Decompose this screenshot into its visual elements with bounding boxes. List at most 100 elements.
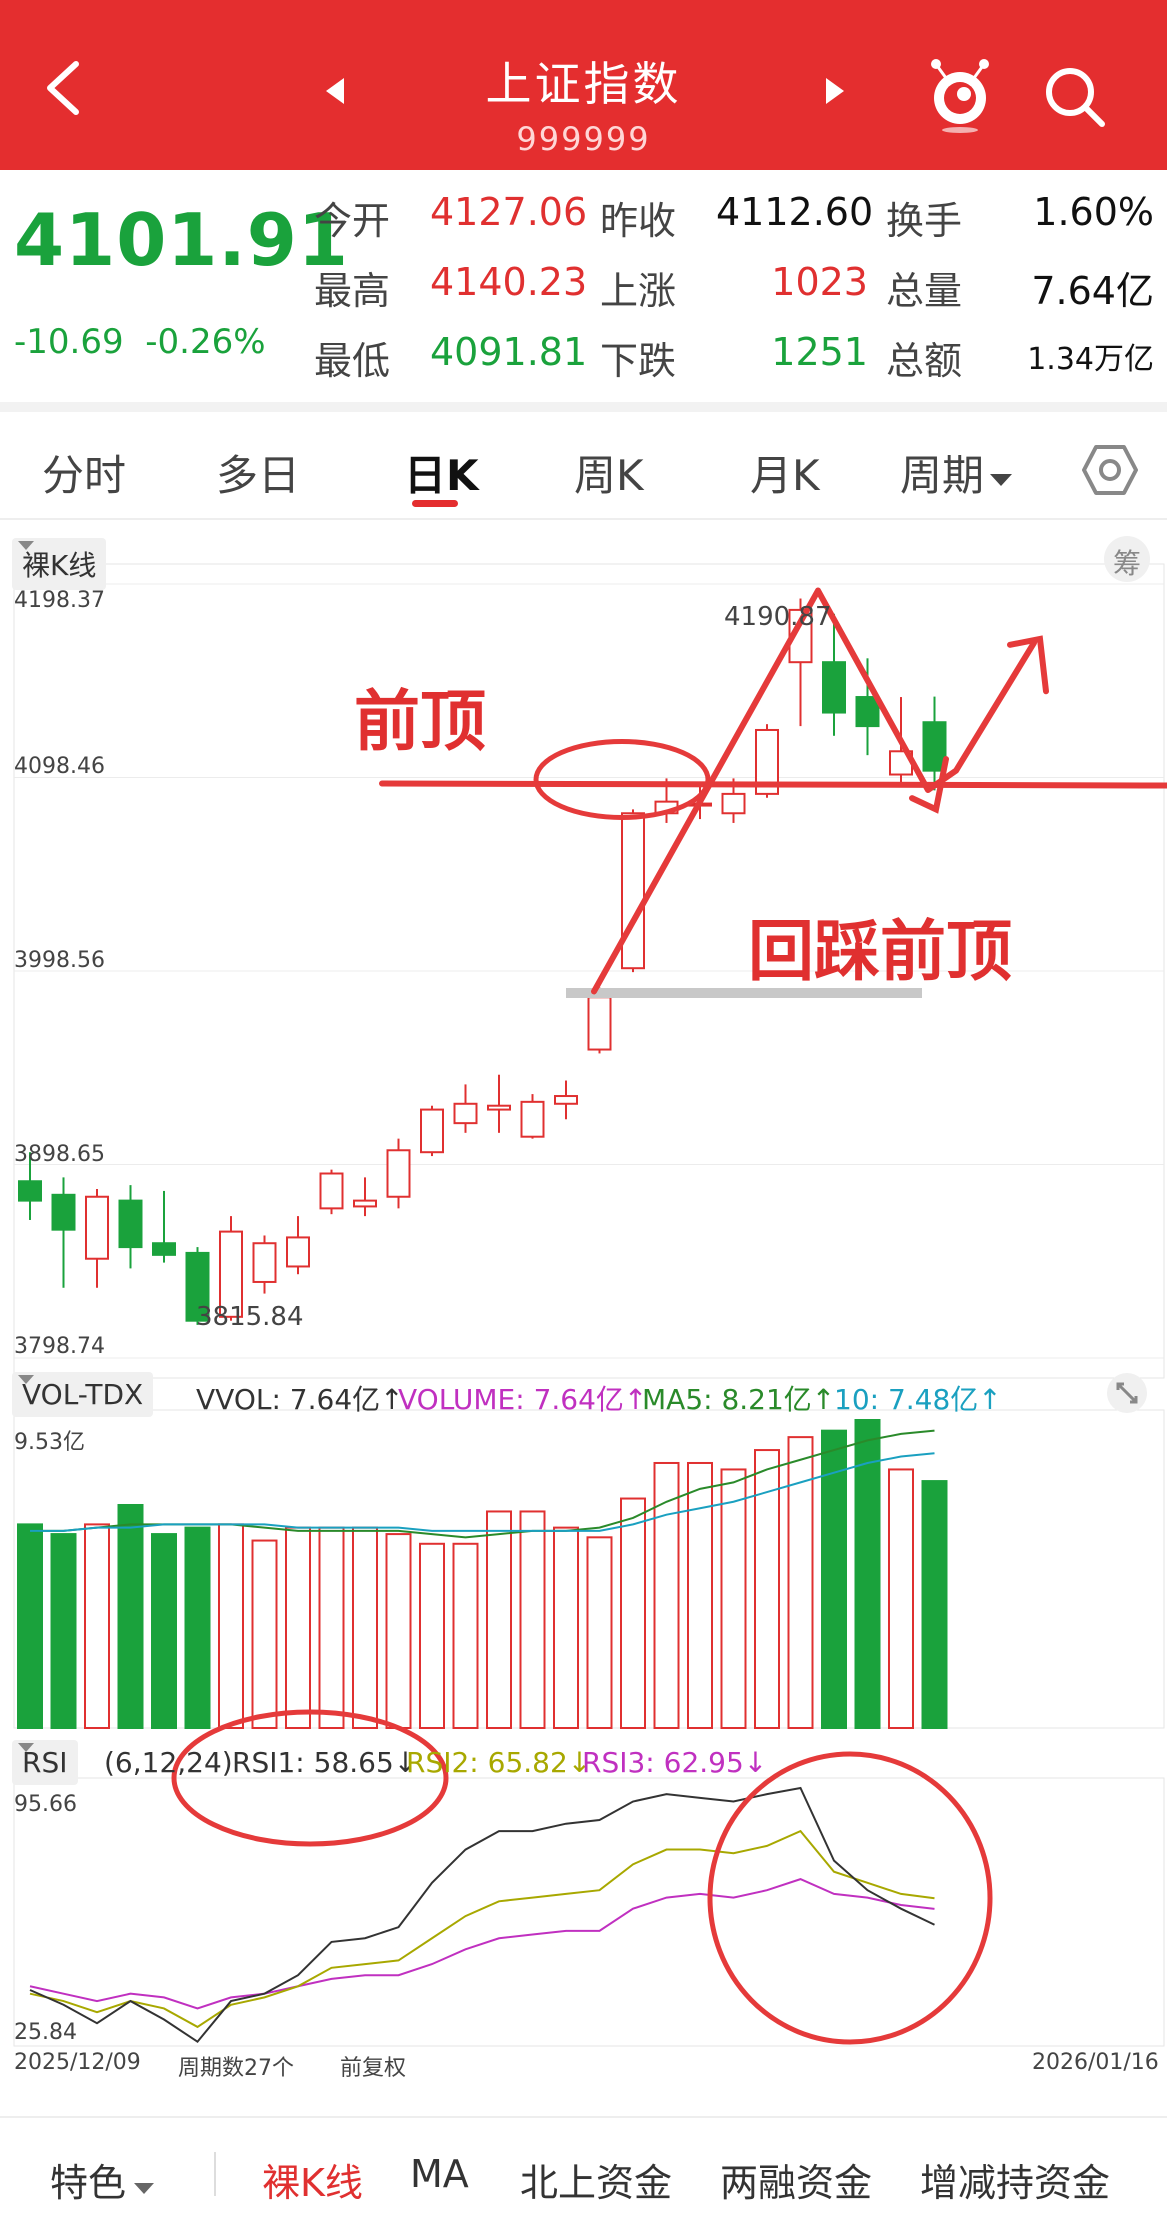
ma5-legend: MA5: 8.21亿↑ [642, 1383, 836, 1416]
volume-indicator-selector[interactable]: VOL-TDX [12, 1372, 154, 1417]
current-price: 4101.91 [14, 198, 349, 282]
candle-body [554, 1095, 578, 1105]
rsi2-legend: RSI2: 65.82↓ [406, 1746, 592, 1779]
tab-period-dropdown[interactable]: 周期 [900, 442, 1014, 503]
caret-down-icon [18, 541, 34, 550]
volume-bar [385, 1533, 412, 1730]
rsi-axis-bottom-label: 25.84 [14, 2020, 77, 2045]
candle-body [721, 792, 746, 815]
expand-icon[interactable] [1106, 1372, 1148, 1414]
change-value: -10.69 [14, 322, 124, 362]
volume-bar [452, 1542, 479, 1729]
bottom-tab-margin[interactable]: 两融资金 [720, 2152, 872, 2207]
caret-down-icon [18, 1743, 34, 1752]
open-value: 4127.06 [430, 190, 588, 234]
price-axis-label-2: 4098.46 [14, 754, 105, 779]
volume-axis-max-label: 9.53亿 [14, 1430, 85, 1455]
volume-bar [486, 1510, 512, 1730]
kline-indicator-selector[interactable]: 裸K线 [12, 538, 107, 590]
prev-close-value: 4112.60 [716, 190, 874, 234]
volume-legend: VOLUME: 7.64亿↑ [398, 1383, 648, 1416]
candle-body [319, 1172, 344, 1210]
date-axis-start: 2025/12/09 [14, 2050, 141, 2075]
price-axis-label-3: 3998.56 [14, 948, 105, 973]
chart-area[interactable]: 裸K线 筹 4198.37 4098.46 3998.56 3898.65 37… [0, 520, 1167, 2081]
caret-down-icon [990, 474, 1013, 486]
vvol-legend: VVOL: 7.64亿↑ [196, 1383, 404, 1416]
annotation-previous-top: 前顶 [354, 683, 486, 760]
candle-body [822, 661, 846, 714]
active-tab-indicator [412, 500, 458, 507]
open-label: 今开 [314, 199, 391, 243]
period-label: 周期 [900, 451, 985, 500]
tab-intraday[interactable]: 分时 [42, 442, 126, 503]
settings-hexagon-icon[interactable] [1082, 442, 1138, 498]
volume-bar [184, 1526, 211, 1730]
tab-multi-day[interactable]: 多日 [216, 442, 300, 503]
rsi-axis-top-label: 95.66 [14, 1792, 77, 1817]
volume-tag-label: VOL-TDX [22, 1378, 144, 1411]
volume-bar [17, 1523, 43, 1729]
features-label: 特色 [50, 2161, 127, 2205]
bottom-tab-holdings-change[interactable]: 增减持资金 [920, 2152, 1110, 2207]
volume-bar [586, 1536, 613, 1729]
tab-weekly-k[interactable]: 周K [574, 442, 644, 503]
candle-body [152, 1242, 176, 1256]
volume-bar [84, 1523, 110, 1729]
advances-label: 上涨 [600, 269, 677, 313]
rsi-divergence-circle [707, 1751, 993, 2045]
change-percent: -0.26% [145, 322, 266, 362]
kline-tag-label: 裸K线 [22, 549, 97, 582]
bottom-tab-naked-k[interactable]: 裸K线 [262, 2152, 363, 2207]
price-axis-label-4: 3898.65 [14, 1142, 105, 1167]
candle-body [520, 1100, 545, 1138]
bottom-tab-features[interactable]: 特色 [50, 2152, 156, 2207]
prev-close-label: 昨收 [600, 199, 677, 243]
declines-label: 下跌 [600, 339, 677, 383]
rsi1-line [29, 1786, 935, 2044]
bottom-tab-ma[interactable]: MA [410, 2152, 469, 2196]
rsi-indicator-selector[interactable]: RSI [12, 1740, 78, 1785]
low-value: 4091.81 [430, 330, 588, 374]
top-header: 上证指数 999999 [0, 0, 1167, 170]
low-label: 最低 [314, 339, 391, 383]
rsi3-line [29, 1878, 935, 2010]
total-amount-label: 总额 [886, 339, 963, 383]
high-value: 4140.23 [430, 260, 588, 304]
adjust-mode-label: 前复权 [340, 2056, 407, 2081]
next-stock-icon[interactable] [822, 74, 848, 108]
candle-body [286, 1236, 310, 1268]
chip-distribution-button[interactable]: 筹 [1104, 536, 1150, 582]
candle-body [353, 1199, 377, 1208]
volume-bar [285, 1526, 311, 1730]
bottom-tab-northbound[interactable]: 北上资金 [520, 2152, 672, 2207]
volume-bar [888, 1468, 914, 1729]
tab-monthly-k[interactable]: 月K [750, 442, 820, 503]
candle-body [85, 1195, 109, 1260]
assistant-robot-icon[interactable] [922, 54, 998, 134]
total-amount-value: 1.34万亿 [1027, 342, 1154, 377]
caret-down-icon [134, 2183, 155, 2194]
candle-body [453, 1102, 478, 1125]
turnover-label: 换手 [886, 199, 963, 243]
volume-bar [687, 1461, 713, 1729]
search-icon[interactable] [1040, 62, 1110, 132]
candle-body [621, 812, 645, 970]
turnover-value: 1.60% [1033, 190, 1154, 234]
volume-bar [519, 1510, 546, 1730]
candle-body [51, 1193, 76, 1231]
candle-body [420, 1108, 444, 1154]
tab-daily-k[interactable]: 日K [404, 442, 479, 503]
candle-body [386, 1149, 411, 1198]
volume-bar [553, 1526, 579, 1730]
rsi-params: (6,12,24) [104, 1746, 233, 1779]
volume-bar [352, 1526, 378, 1730]
date-axis-end: 2026/01/16 [1032, 2050, 1159, 2075]
bottom-indicator-tabs: 特色 裸K线 MA 北上资金 两融资金 增减持资金 [0, 2116, 1167, 2227]
kline-chart-svg [13, 563, 1167, 2047]
volume-bar [720, 1468, 747, 1729]
trend-arrowhead-up [1007, 635, 1049, 695]
quote-panel: 4101.91 -10.69 -0.26% 今开 4127.06 昨收 4112… [0, 170, 1167, 402]
price-axis-label-top: 4198.37 [14, 588, 105, 613]
volume-bar [50, 1533, 77, 1730]
